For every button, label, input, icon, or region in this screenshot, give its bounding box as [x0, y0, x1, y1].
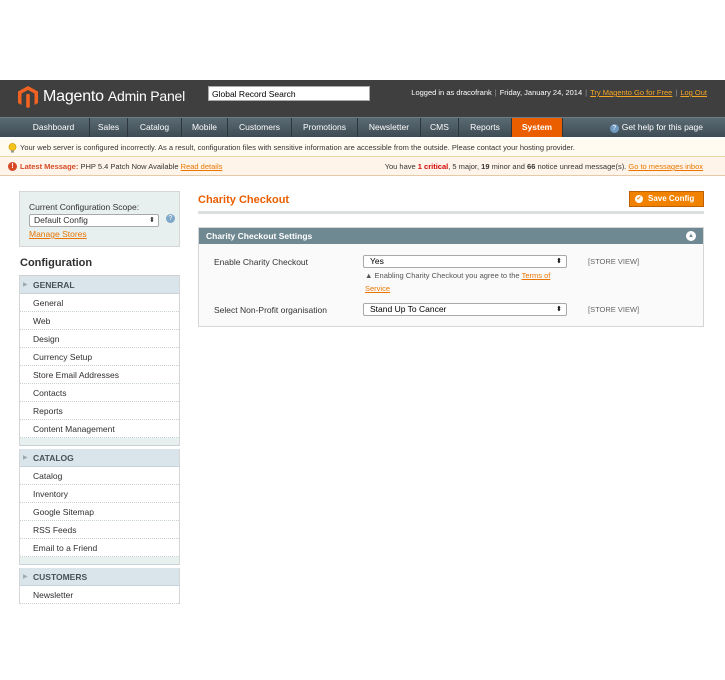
- scope-select[interactable]: Default Config ⬍: [29, 214, 159, 227]
- select-arrows-icon: ⬍: [556, 258, 562, 265]
- nav-reports[interactable]: Reports: [459, 118, 512, 137]
- info-icon[interactable]: ?: [166, 214, 175, 223]
- sidebar-item-design[interactable]: Design: [20, 330, 179, 348]
- header-bar: Magento Admin Panel Global Record Search …: [0, 80, 725, 117]
- latest-message-text: PHP 5.4 Patch Now Available: [80, 162, 179, 171]
- nav-promotions[interactable]: Promotions: [292, 118, 358, 137]
- sidebar-item-catalog[interactable]: Catalog: [20, 467, 179, 485]
- select-arrows-icon: ⬍: [149, 217, 155, 224]
- nav-system[interactable]: System: [512, 118, 563, 137]
- read-details-link[interactable]: Read details: [181, 162, 223, 171]
- nav-catalog[interactable]: Catalog: [128, 118, 182, 137]
- sidebar-item-rss-feeds[interactable]: RSS Feeds: [20, 521, 179, 539]
- sidebar-item-email-to-friend[interactable]: Email to a Friend: [20, 539, 179, 557]
- save-config-button[interactable]: ✔ Save Config: [629, 191, 704, 207]
- expand-triangle-icon: ▶: [23, 574, 28, 580]
- enable-charity-label: Enable Charity Checkout: [214, 257, 309, 267]
- expand-triangle-icon: ▶: [23, 455, 28, 461]
- sidebar-item-inventory[interactable]: Inventory: [20, 485, 179, 503]
- fieldset-title: Charity Checkout Settings: [206, 231, 313, 241]
- nav-cms[interactable]: CMS: [421, 118, 459, 137]
- section-spacer: [20, 438, 179, 446]
- critical-count[interactable]: 1 critical: [418, 162, 448, 171]
- nav-mobile[interactable]: Mobile: [182, 118, 228, 137]
- magento-logo-icon: [18, 86, 38, 108]
- charity-settings-fieldset: Charity Checkout Settings ▲ Enable Charit…: [198, 227, 704, 327]
- msg-prefix: You have: [384, 162, 416, 171]
- logo-subtitle: Admin Panel: [107, 88, 186, 104]
- sidebar-item-content-management[interactable]: Content Management: [20, 420, 179, 438]
- section-header-customers[interactable]: ▶ CUSTOMERS: [20, 568, 179, 586]
- save-config-label: Save Config: [648, 194, 695, 203]
- section-header-catalog[interactable]: ▶ CATALOG: [20, 449, 179, 467]
- section-label: GENERAL: [33, 280, 75, 290]
- nav-sales[interactable]: Sales: [90, 118, 128, 137]
- sidebar-item-google-sitemap[interactable]: Google Sitemap: [20, 503, 179, 521]
- nav-customers[interactable]: Customers: [228, 118, 292, 137]
- lightbulb-icon: [8, 143, 17, 153]
- section-label: CATALOG: [33, 453, 74, 463]
- config-warning-bar: Your web server is configured incorrectl…: [0, 139, 725, 157]
- fieldset-header[interactable]: Charity Checkout Settings ▲: [199, 228, 703, 244]
- checkmark-icon: ✔: [635, 195, 643, 203]
- nonprofit-value: Stand Up To Cancer: [370, 304, 447, 314]
- msg-middle-2: minor and: [489, 162, 528, 171]
- enable-charity-scope: [STORE VIEW]: [588, 257, 640, 266]
- sidebar-item-contacts[interactable]: Contacts: [20, 384, 179, 402]
- sidebar-item-store-email[interactable]: Store Email Addresses: [20, 366, 179, 384]
- messages-inbox-link[interactable]: Go to messages inbox: [628, 162, 703, 171]
- page-title: Charity Checkout: [198, 194, 290, 206]
- header-date: Friday, January 24, 2014: [499, 88, 583, 97]
- terms-note: ▲ Enabling Charity Checkout you agree to…: [365, 271, 551, 293]
- config-scope-panel: Current Configuration Scope: Default Con…: [19, 191, 180, 247]
- logout-link[interactable]: Log Out: [680, 88, 707, 97]
- nonprofit-scope: [STORE VIEW]: [588, 305, 640, 314]
- unread-messages-summary: You have 1 critical, 5 major, 19 minor a…: [385, 157, 703, 176]
- nav-newsletter[interactable]: Newsletter: [358, 118, 421, 137]
- expand-triangle-icon: ▶: [23, 282, 28, 288]
- logged-in-text: Logged in as dracofrank: [411, 88, 492, 97]
- section-spacer: [20, 557, 179, 565]
- logo-brand: Magento: [43, 88, 104, 105]
- title-divider: [198, 211, 704, 214]
- enable-charity-select[interactable]: Yes ⬍: [363, 255, 567, 268]
- msg-suffix: notice unread message(s).: [535, 162, 627, 171]
- manage-stores-link[interactable]: Manage Stores: [29, 229, 170, 239]
- help-link[interactable]: ? Get help for this page: [609, 118, 703, 137]
- sidebar-item-currency-setup[interactable]: Currency Setup: [20, 348, 179, 366]
- alert-icon: !: [8, 162, 17, 171]
- sidebar-item-general[interactable]: General: [20, 294, 179, 312]
- sidebar-item-web[interactable]: Web: [20, 312, 179, 330]
- terms-note-text: Enabling Charity Checkout you agree to t…: [374, 271, 520, 280]
- try-magento-go-link[interactable]: Try Magento Go for Free: [590, 88, 672, 97]
- global-search-input[interactable]: Global Record Search: [208, 86, 370, 101]
- header-user-info: Logged in as dracofrank | Friday, January …: [411, 88, 707, 97]
- magento-logo[interactable]: Magento Admin Panel: [18, 86, 185, 108]
- section-header-general[interactable]: ▶ GENERAL: [20, 276, 179, 294]
- section-label: CUSTOMERS: [33, 572, 88, 582]
- sidebar-section-catalog: ▶ CATALOG Catalog Inventory Google Sitema…: [19, 449, 180, 565]
- scope-select-value: Default Config: [34, 215, 88, 225]
- main-nav: Dashboard Sales Catalog Mobile Customers…: [0, 117, 725, 137]
- nonprofit-select[interactable]: Stand Up To Cancer ⬍: [363, 303, 567, 316]
- nonprofit-label: Select Non-Profit organisation: [214, 305, 327, 315]
- scope-label: Current Configuration Scope:: [29, 202, 140, 212]
- collapse-icon[interactable]: ▲: [686, 231, 696, 241]
- sidebar-section-customers: ▶ CUSTOMERS Newsletter: [19, 568, 180, 604]
- enable-charity-value: Yes: [370, 256, 384, 266]
- help-icon: ?: [609, 124, 619, 133]
- config-warning-text: Your web server is configured incorrectl…: [20, 143, 575, 152]
- minor-count: 19: [481, 162, 490, 171]
- msg-middle-1: , 5 major,: [448, 162, 482, 171]
- sidebar-item-reports[interactable]: Reports: [20, 402, 179, 420]
- configuration-title: Configuration: [19, 248, 180, 276]
- latest-message-label: Latest Message:: [20, 162, 79, 171]
- sidebar-section-general: ▶ GENERAL General Web Design Currency Set…: [19, 276, 180, 446]
- sidebar-item-newsletter[interactable]: Newsletter: [20, 586, 179, 604]
- latest-message-bar: ! Latest Message: PHP 5.4 Patch Now Avai…: [0, 157, 725, 176]
- select-arrows-icon: ⬍: [556, 306, 562, 313]
- help-label: Get help for this page: [621, 122, 703, 132]
- nav-dashboard[interactable]: Dashboard: [18, 118, 90, 137]
